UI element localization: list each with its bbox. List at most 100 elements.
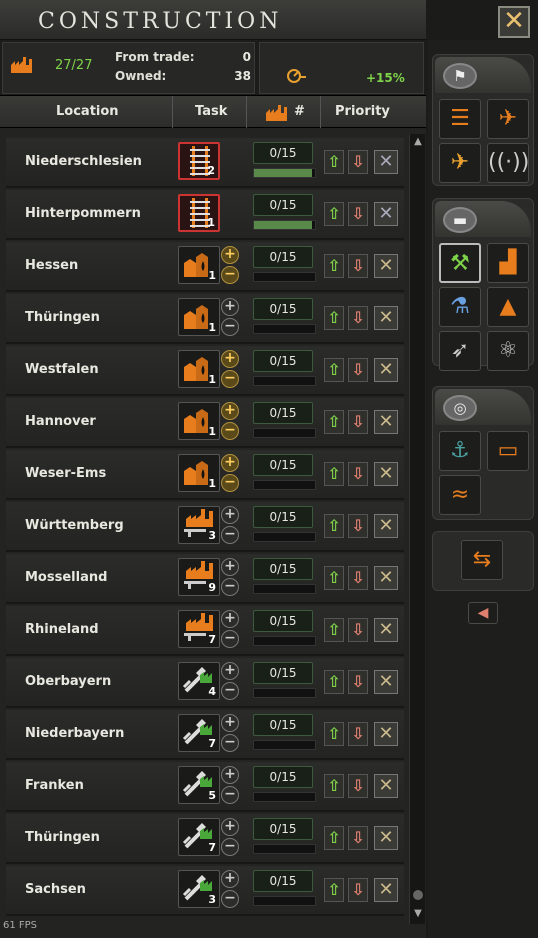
remove-level-button[interactable]: − — [221, 630, 239, 648]
task-military-factory-button[interactable]: 7 — [178, 714, 220, 752]
add-level-button[interactable]: + — [221, 766, 239, 784]
priority-down-button[interactable]: ⇩ — [348, 462, 368, 486]
remove-level-button[interactable]: − — [221, 838, 239, 856]
priority-up-button[interactable]: ⇧ — [324, 826, 344, 850]
cancel-button[interactable]: ✕ — [374, 618, 398, 642]
remove-level-button[interactable]: − — [221, 682, 239, 700]
scroll-thumb[interactable] — [413, 890, 423, 900]
priority-down-button[interactable]: ⇩ — [348, 566, 368, 590]
priority-down-button[interactable]: ⇩ — [348, 826, 368, 850]
priority-up-button[interactable]: ⇧ — [324, 202, 344, 226]
cancel-button[interactable]: ✕ — [374, 358, 398, 382]
priority-up-button[interactable]: ⇧ — [324, 306, 344, 330]
synthetic-refinery-button[interactable]: ⚗ — [439, 287, 481, 327]
cancel-button[interactable]: ✕ — [374, 722, 398, 746]
priority-up-button[interactable]: ⇧ — [324, 254, 344, 278]
cancel-button[interactable]: ✕ — [374, 254, 398, 278]
remove-level-button[interactable]: − — [221, 526, 239, 544]
queue-row[interactable]: Mosselland 9 + − 0/15 ⇧ ⇩ ✕ — [6, 554, 404, 604]
queue-row[interactable]: Niederschlesien 2 0/15 ⇧ ⇩ ✕ — [6, 138, 404, 188]
task-military-factory-button[interactable]: 4 — [178, 662, 220, 700]
remove-level-button[interactable]: − — [221, 578, 239, 596]
close-button[interactable]: ✕ — [498, 6, 530, 38]
priority-up-button[interactable]: ⇧ — [324, 670, 344, 694]
task-refinery-button[interactable]: 1 — [178, 350, 220, 388]
add-level-button[interactable]: + — [221, 350, 239, 368]
queue-row[interactable]: Hinterpommern 1 0/15 ⇧ ⇩ ✕ — [6, 190, 404, 240]
collapse-sidebar-button[interactable]: ◀ — [468, 602, 498, 624]
priority-down-button[interactable]: ⇩ — [348, 722, 368, 746]
add-level-button[interactable]: + — [221, 610, 239, 628]
queue-row[interactable]: Oberbayern 4 + − 0/15 ⇧ ⇩ ✕ — [6, 658, 404, 708]
task-military-factory-button[interactable]: 3 — [178, 870, 220, 908]
coastal-fort-button[interactable]: ≈ — [439, 475, 481, 515]
col-location[interactable]: Location — [56, 104, 119, 119]
task-refinery-button[interactable]: 1 — [178, 454, 220, 492]
add-level-button[interactable]: + — [221, 454, 239, 472]
queue-row[interactable]: Hannover 1 + − 0/15 ⇧ ⇩ ✕ — [6, 398, 404, 448]
queue-row[interactable]: Rhineland 7 + − 0/15 ⇧ ⇩ ✕ — [6, 606, 404, 656]
add-level-button[interactable]: + — [221, 246, 239, 264]
task-military-factory-button[interactable]: 5 — [178, 766, 220, 804]
remove-level-button[interactable]: − — [221, 474, 239, 492]
priority-up-button[interactable]: ⇧ — [324, 566, 344, 590]
task-civilian-factory-button[interactable]: 3 — [178, 506, 220, 544]
air-base-button[interactable]: ✈ — [439, 143, 481, 183]
airfield-button[interactable]: ✈ — [487, 99, 529, 139]
add-level-button[interactable]: + — [221, 714, 239, 732]
add-level-button[interactable]: + — [221, 506, 239, 524]
refinery-button[interactable]: ▲ — [487, 287, 529, 327]
col-task[interactable]: Task — [195, 104, 227, 119]
col-count[interactable]: # — [294, 104, 305, 119]
add-level-button[interactable]: + — [221, 662, 239, 680]
remove-level-button[interactable]: − — [221, 890, 239, 908]
priority-down-button[interactable]: ⇩ — [348, 774, 368, 798]
task-refinery-button[interactable]: 1 — [178, 298, 220, 336]
priority-up-button[interactable]: ⇧ — [324, 878, 344, 902]
priority-down-button[interactable]: ⇩ — [348, 202, 368, 226]
military-factory-button[interactable]: ⚒ — [439, 243, 481, 283]
remove-level-button[interactable]: − — [221, 318, 239, 336]
remove-level-button[interactable]: − — [221, 266, 239, 284]
add-level-button[interactable]: + — [221, 402, 239, 420]
cancel-button[interactable]: ✕ — [374, 306, 398, 330]
cancel-button[interactable]: ✕ — [374, 774, 398, 798]
queue-row[interactable]: Thüringen 7 + − 0/15 ⇧ ⇩ ✕ — [6, 814, 404, 864]
add-level-button[interactable]: + — [221, 298, 239, 316]
priority-down-button[interactable]: ⇩ — [348, 878, 368, 902]
priority-up-button[interactable]: ⇧ — [324, 722, 344, 746]
task-railway-button[interactable]: 1 — [178, 194, 220, 232]
remove-level-button[interactable]: − — [221, 786, 239, 804]
priority-down-button[interactable]: ⇩ — [348, 150, 368, 174]
task-refinery-button[interactable]: 1 — [178, 402, 220, 440]
priority-up-button[interactable]: ⇧ — [324, 462, 344, 486]
priority-down-button[interactable]: ⇩ — [348, 618, 368, 642]
remove-level-button[interactable]: − — [221, 734, 239, 752]
queue-row[interactable]: Weser-Ems 1 + − 0/15 ⇧ ⇩ ✕ — [6, 450, 404, 500]
cancel-button[interactable]: ✕ — [374, 878, 398, 902]
add-level-button[interactable]: + — [221, 870, 239, 888]
priority-down-button[interactable]: ⇩ — [348, 514, 368, 538]
add-level-button[interactable]: + — [221, 818, 239, 836]
queue-row[interactable]: Hessen 1 + − 0/15 ⇧ ⇩ ✕ — [6, 242, 404, 292]
task-civilian-factory-button[interactable]: 7 — [178, 610, 220, 648]
add-level-button[interactable]: + — [221, 558, 239, 576]
cancel-button[interactable]: ✕ — [374, 514, 398, 538]
priority-up-button[interactable]: ⇧ — [324, 618, 344, 642]
queue-row[interactable]: Niederbayern 7 + − 0/15 ⇧ ⇩ ✕ — [6, 710, 404, 760]
priority-down-button[interactable]: ⇩ — [348, 670, 368, 694]
task-refinery-button[interactable]: 1 — [178, 246, 220, 284]
cancel-button[interactable]: ✕ — [374, 670, 398, 694]
task-civilian-factory-button[interactable]: 9 — [178, 558, 220, 596]
queue-row[interactable]: Sachsen 3 + − 0/15 ⇧ ⇩ ✕ — [6, 866, 404, 916]
queue-row[interactable]: Württemberg 3 + − 0/15 ⇧ ⇩ ✕ — [6, 502, 404, 552]
queue-row[interactable]: Thüringen 1 + − 0/15 ⇧ ⇩ ✕ — [6, 294, 404, 344]
remove-level-button[interactable]: − — [221, 422, 239, 440]
cancel-button[interactable]: ✕ — [374, 150, 398, 174]
priority-down-button[interactable]: ⇩ — [348, 410, 368, 434]
priority-down-button[interactable]: ⇩ — [348, 358, 368, 382]
scrollbar[interactable]: ▲ ▼ — [409, 134, 425, 924]
cancel-button[interactable]: ✕ — [374, 202, 398, 226]
naval-base-button[interactable]: ⚓ — [439, 431, 481, 471]
priority-up-button[interactable]: ⇧ — [324, 514, 344, 538]
